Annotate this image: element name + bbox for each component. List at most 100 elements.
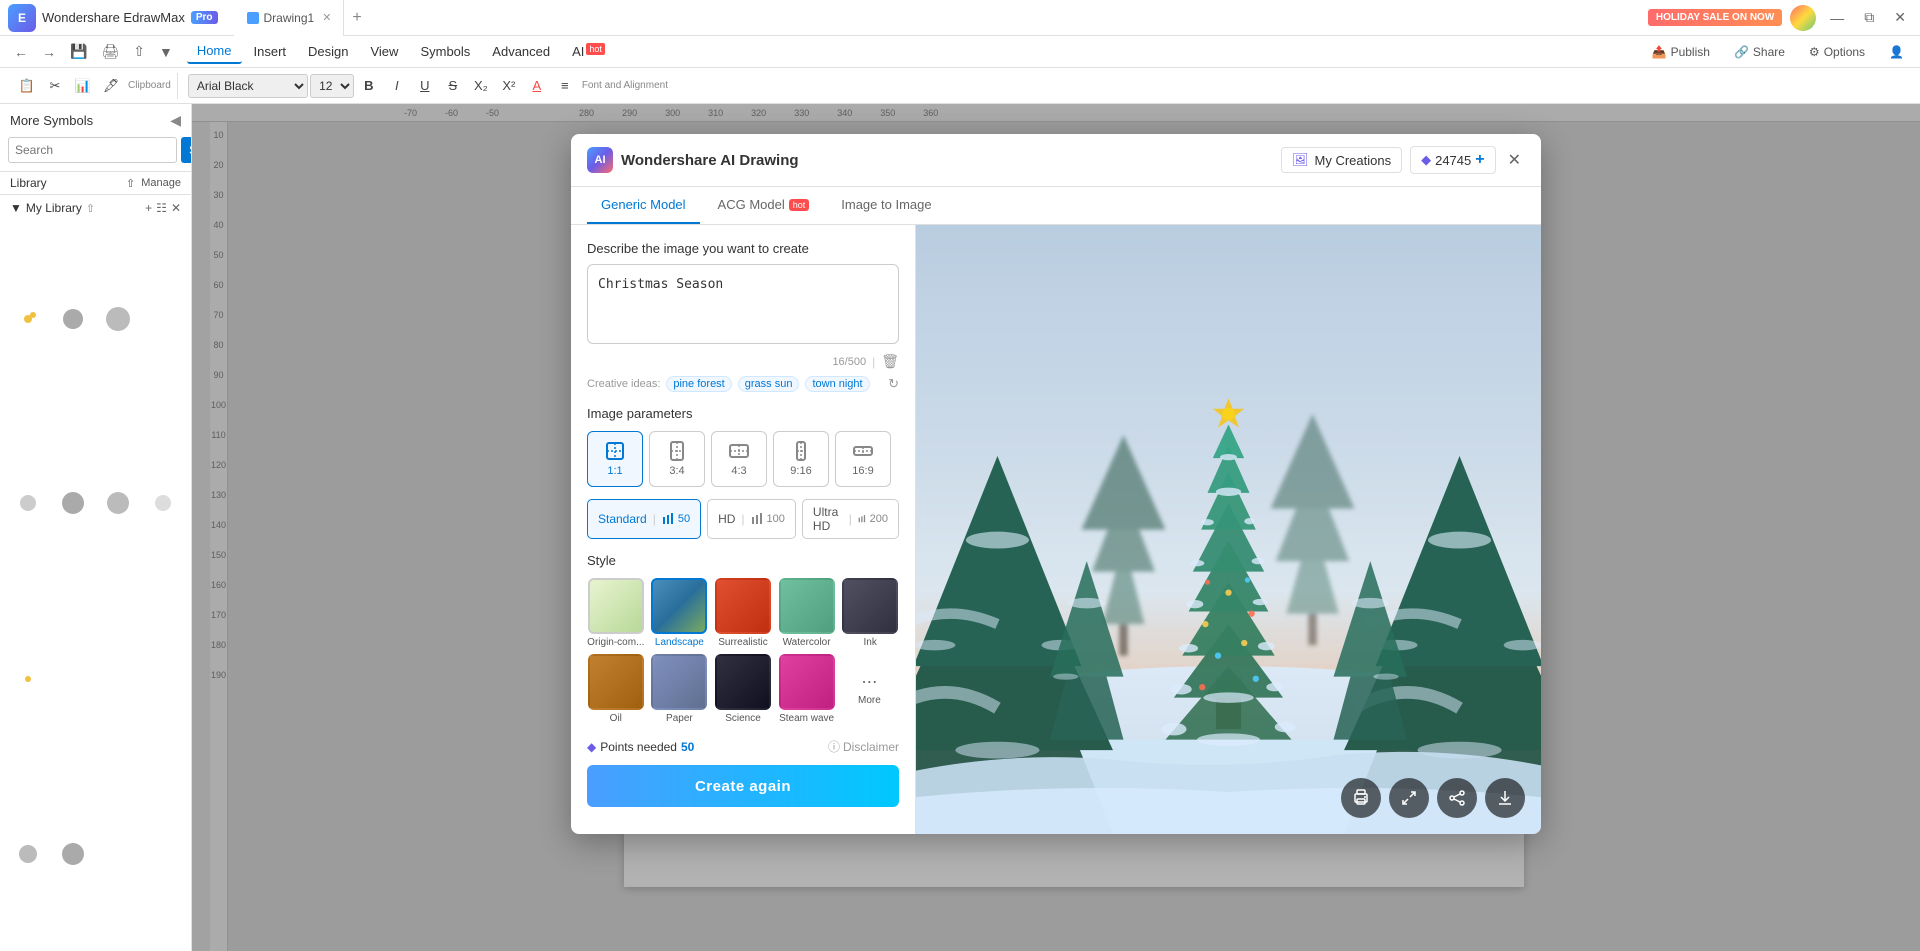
quality-hd-btn[interactable]: HD | 100 xyxy=(707,499,796,539)
clipboard-cut-btn[interactable]: ✂ xyxy=(42,73,68,99)
text-color-btn[interactable]: A xyxy=(524,73,550,99)
strikethrough-btn[interactable]: S xyxy=(440,73,466,99)
library-up-btn[interactable]: ⇧ xyxy=(126,177,135,190)
idea-town-night[interactable]: town night xyxy=(805,376,869,392)
idea-grass-sun[interactable]: grass sun xyxy=(738,376,800,392)
menu-design[interactable]: Design xyxy=(298,40,358,63)
style-more-btn[interactable]: ⋯ More xyxy=(841,654,897,724)
add-points-btn[interactable]: + xyxy=(1475,151,1484,169)
list-item xyxy=(62,492,84,514)
my-lib-grid-btn[interactable]: ☷ xyxy=(156,201,167,215)
style-surrealistic-btn[interactable]: Surrealistic xyxy=(714,578,772,648)
clipboard-label: Clipboard xyxy=(128,80,171,91)
style-science-btn[interactable]: Science xyxy=(714,654,772,724)
list-btn[interactable]: ≡ xyxy=(552,73,578,99)
ratio-16-9-btn[interactable]: 16:9 xyxy=(835,431,891,487)
disclaimer-btn[interactable]: ⓘ Disclaimer xyxy=(828,738,899,755)
subscript-btn[interactable]: X₂ xyxy=(468,73,494,99)
more-symbols-label: More Symbols xyxy=(10,113,93,128)
font-name-select[interactable]: Arial Black xyxy=(188,74,308,98)
print-image-btn[interactable] xyxy=(1341,778,1381,818)
clipboard-copy-btn[interactable]: 📋 xyxy=(14,73,40,99)
refresh-ideas-btn[interactable]: ↻ xyxy=(888,376,899,392)
ratio-3-4-btn[interactable]: 3:4 xyxy=(649,431,705,487)
my-lib-new-btn[interactable]: + xyxy=(145,201,152,215)
restore-btn[interactable]: ⧉ xyxy=(1858,9,1880,26)
menu-view[interactable]: View xyxy=(360,40,408,63)
create-again-btn[interactable]: Create again xyxy=(587,765,899,807)
style-origin-btn[interactable]: Origin-com... xyxy=(587,578,645,648)
italic-btn[interactable]: I xyxy=(384,73,410,99)
style-ink-btn[interactable]: Ink xyxy=(841,578,899,648)
tab-image-to-image[interactable]: Image to Image xyxy=(827,187,945,224)
menu-home[interactable]: Home xyxy=(187,39,242,64)
search-input[interactable] xyxy=(8,137,177,163)
font-size-select[interactable]: 12 xyxy=(310,74,354,98)
tab-generic-model[interactable]: Generic Model xyxy=(587,187,700,224)
quality-ultrahd-btn[interactable]: Ultra HD | 200 xyxy=(802,499,899,539)
user-icon[interactable]: 👤 xyxy=(1881,42,1912,62)
tab-drawing1[interactable]: Drawing1 ✕ xyxy=(234,0,345,36)
ratio-9-16-btn[interactable]: 9:16 xyxy=(773,431,829,487)
sidebar-toggle-btn[interactable]: ◀ xyxy=(170,112,181,129)
list-item xyxy=(106,307,130,331)
main-layout: More Symbols ◀ Search Library ⇧ Manage ▼… xyxy=(0,104,1920,951)
ratio-1-1-btn[interactable]: 1:1 xyxy=(587,431,643,487)
download-image-btn[interactable] xyxy=(1485,778,1525,818)
clear-prompt-btn[interactable]: 🗑 xyxy=(881,353,899,370)
share-image-btn[interactable] xyxy=(1437,778,1477,818)
style-paper-btn[interactable]: Paper xyxy=(651,654,709,724)
params-title: Image parameters xyxy=(587,406,899,421)
ai-panel-title-text: Wondershare AI Drawing xyxy=(621,152,799,169)
search-btn[interactable]: Search xyxy=(181,137,192,163)
print-btn[interactable]: 🖨 xyxy=(95,41,125,62)
options-btn[interactable]: ⚙ Options xyxy=(1801,42,1873,62)
clipboard-format-btn[interactable]: 🖋 xyxy=(98,73,124,99)
expand-image-btn[interactable] xyxy=(1389,778,1429,818)
share-btn[interactable]: 🔗 Share xyxy=(1726,42,1793,62)
ai-panel-close-btn[interactable]: ✕ xyxy=(1504,146,1525,174)
close-btn[interactable]: ✕ xyxy=(1888,9,1912,26)
minimize-btn[interactable]: — xyxy=(1824,10,1850,26)
prompt-textarea[interactable]: Christmas Season xyxy=(587,264,899,344)
save-btn[interactable]: 💾 xyxy=(64,41,93,62)
holiday-badge[interactable]: HOLIDAY SALE ON NOW xyxy=(1648,9,1782,26)
quality-hd-icon xyxy=(751,513,763,525)
ratio-4-3-btn[interactable]: 4:3 xyxy=(711,431,767,487)
underline-btn[interactable]: U xyxy=(412,73,438,99)
search-area: Search xyxy=(0,137,191,171)
clipboard-paste-btn[interactable]: 📊 xyxy=(70,73,96,99)
ai-left-panel: Describe the image you want to create Ch… xyxy=(571,225,916,834)
idea-pine-forest[interactable]: pine forest xyxy=(666,376,731,392)
publish-btn[interactable]: 📤 Publish xyxy=(1644,42,1718,62)
superscript-btn[interactable]: X² xyxy=(496,73,522,99)
style-landscape-btn[interactable]: Landscape xyxy=(651,578,709,648)
nav-back-btn[interactable]: ← xyxy=(8,42,34,62)
bold-btn[interactable]: B xyxy=(356,73,382,99)
library-manage-btn[interactable]: Manage xyxy=(141,177,181,189)
menu-insert[interactable]: Insert xyxy=(244,40,297,63)
avatar[interactable] xyxy=(1790,5,1816,31)
list-item xyxy=(63,309,83,329)
style-steamwave-btn[interactable]: Steam wave xyxy=(778,654,836,724)
my-library-header: ▼ My Library ⇧ + ☷ ✕ xyxy=(0,194,191,221)
style-oil-btn[interactable]: Oil xyxy=(587,654,645,724)
menu-ai[interactable]: AIhot xyxy=(562,40,615,63)
menu-symbols[interactable]: Symbols xyxy=(410,40,480,63)
style-watercolor-btn[interactable]: Watercolor xyxy=(778,578,836,648)
my-creations-btn[interactable]: 🖼 My Creations xyxy=(1281,147,1402,173)
ratio-grid: 1:1 3:4 xyxy=(587,431,899,487)
my-lib-close-btn[interactable]: ✕ xyxy=(171,201,181,215)
tab-close-btn[interactable]: ✕ xyxy=(322,11,331,24)
export-btn[interactable]: ⇧ xyxy=(127,41,151,62)
tab-acg-model[interactable]: ACG Model hot xyxy=(704,187,824,224)
quality-standard-btn[interactable]: Standard | 50 xyxy=(587,499,701,539)
more-nav-btn[interactable]: ▼ xyxy=(153,42,179,62)
menu-advanced[interactable]: Advanced xyxy=(482,40,560,63)
ai-panel-content: Describe the image you want to create Ch… xyxy=(571,225,1541,834)
titlebar-right: HOLIDAY SALE ON NOW — ⧉ ✕ xyxy=(1648,5,1912,31)
new-tab-btn[interactable]: + xyxy=(344,9,369,27)
menubar: ← → 💾 🖨 ⇧ ▼ Home Insert Design View Symb… xyxy=(0,36,1920,68)
nav-forward-btn[interactable]: → xyxy=(36,42,62,62)
divider: | xyxy=(872,355,875,369)
